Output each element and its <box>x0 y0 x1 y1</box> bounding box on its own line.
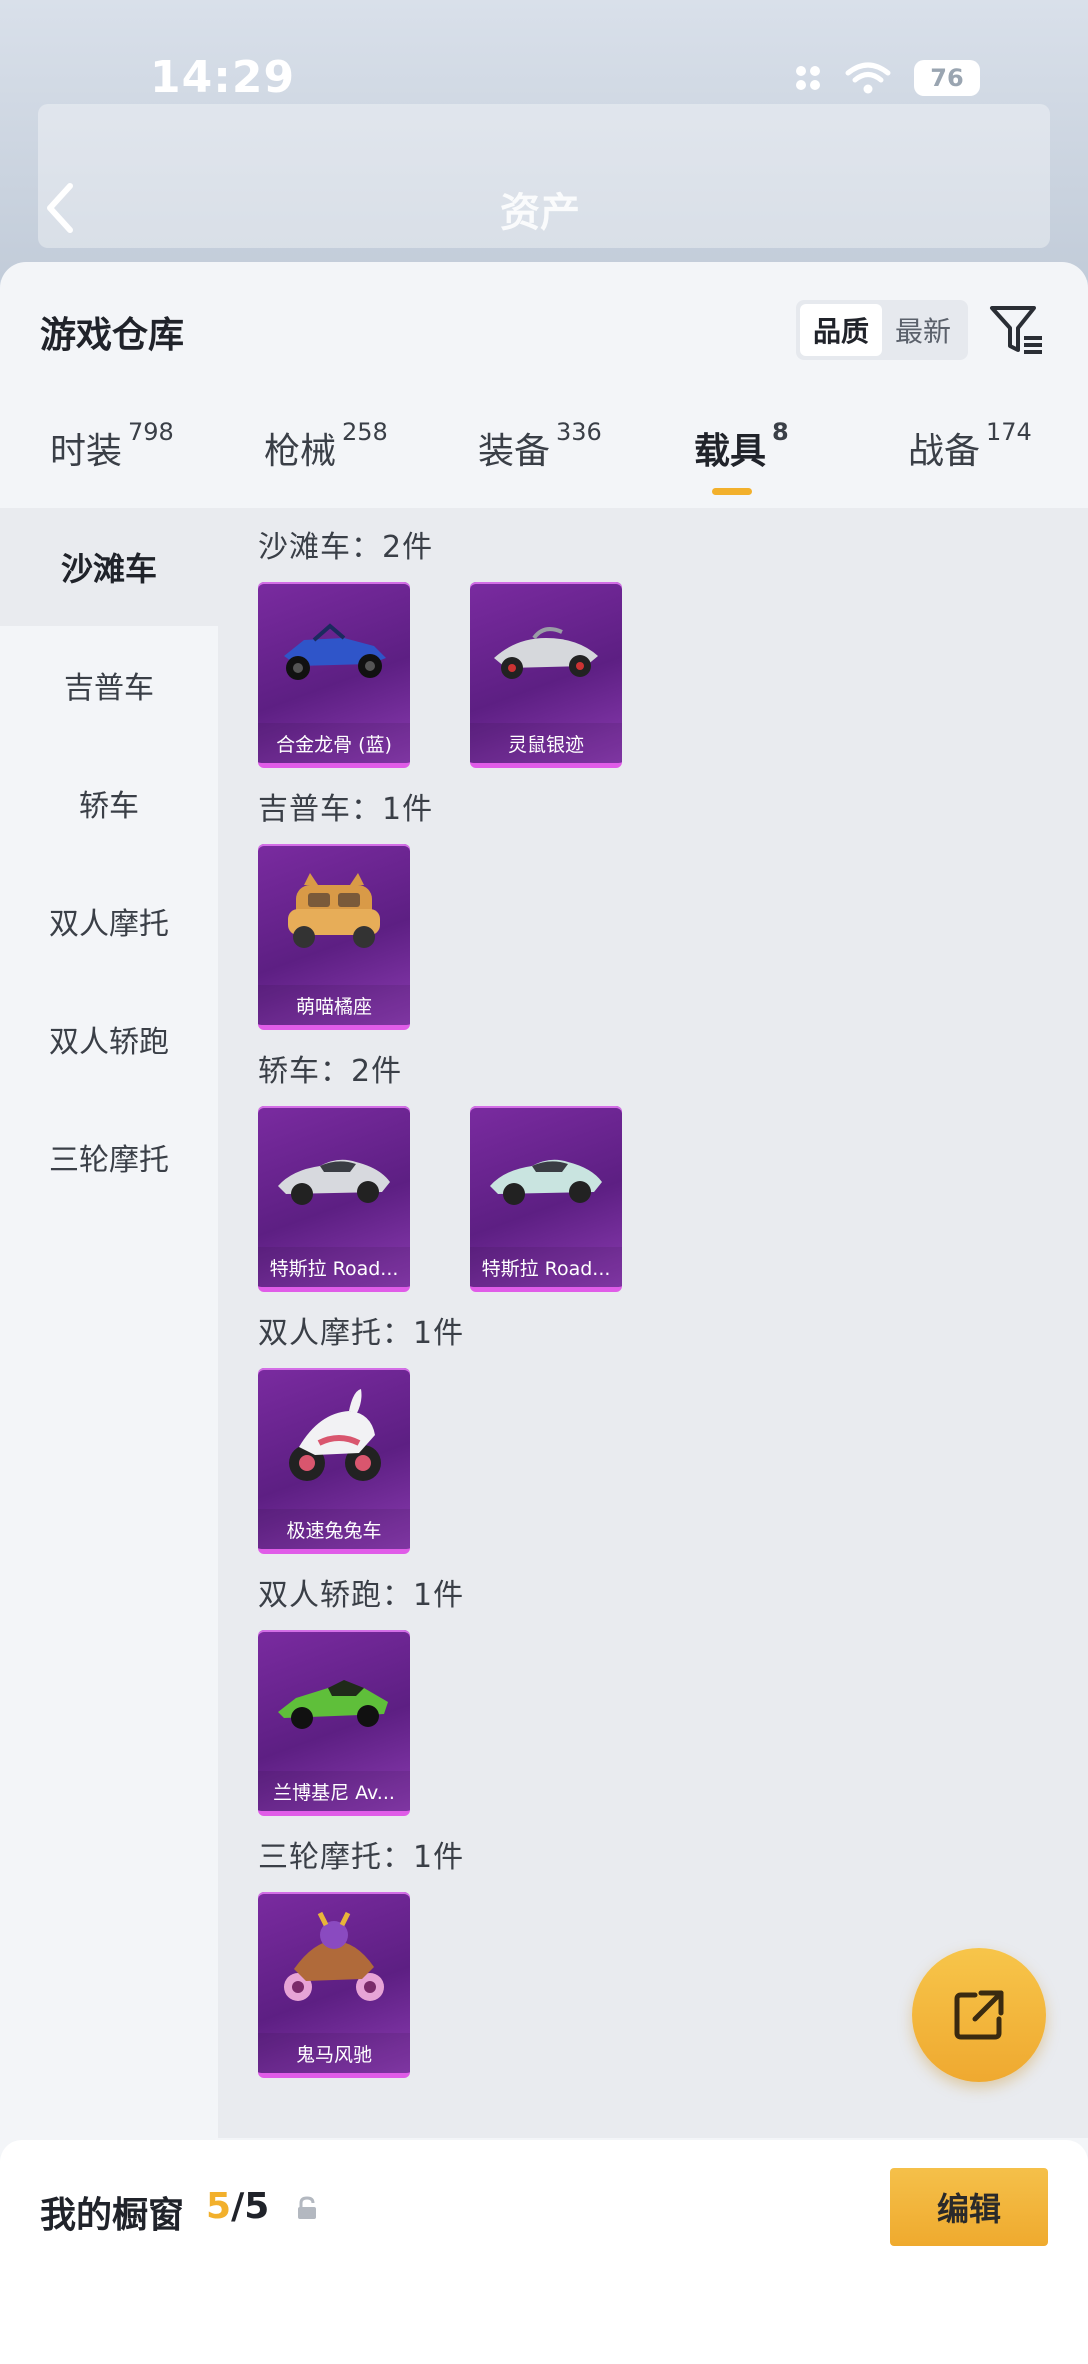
tab-count: 336 <box>556 418 602 446</box>
section-label: 三轮摩托：1件 <box>258 1840 465 1875</box>
subcategory-sidebar: 沙滩车 吉普车 轿车 双人摩托 双人轿跑 三轮摩托 <box>0 508 218 2138</box>
tab-battle-gear[interactable]: 战备 174 <box>908 418 1032 474</box>
item-name: 兰博基尼 Av... <box>258 1771 410 1811</box>
status-time: 14:29 <box>150 52 296 103</box>
share-button[interactable] <box>912 1948 1046 2082</box>
section-label: 吉普车：1件 <box>258 792 434 827</box>
showcase-count: 5/5 <box>206 2186 269 2227</box>
cat-car-icon <box>258 844 410 984</box>
item-name: 特斯拉 Road... <box>470 1247 622 1287</box>
sidebar-item-trike[interactable]: 三轮摩托 <box>0 1098 218 1216</box>
tab-count: 8 <box>772 418 789 446</box>
blue-buggy-icon <box>258 582 410 722</box>
filter-icon[interactable] <box>988 302 1046 358</box>
tab-label: 枪械 <box>264 431 337 472</box>
share-icon <box>954 1990 1004 2040</box>
showcase-title: 我的橱窗 <box>40 2195 185 2236</box>
sort-latest-button[interactable]: 最新 <box>882 304 964 356</box>
tesla-roadster-icon <box>470 1106 622 1246</box>
sidebar-item-jeep[interactable]: 吉普车 <box>0 626 218 744</box>
sidebar-item-beach-buggy[interactable]: 沙滩车 <box>0 508 218 626</box>
ghost-trike-icon <box>258 1892 410 2032</box>
silver-kart-icon <box>470 582 622 722</box>
tab-label: 战备 <box>908 431 981 472</box>
item-name: 极速兔兔车 <box>258 1509 410 1549</box>
background-title: 资产 <box>500 190 580 236</box>
status-icons: 76 <box>794 60 980 96</box>
tab-vehicles[interactable]: 载具 8 <box>694 418 789 474</box>
item-card[interactable]: 萌喵橘座 <box>258 844 410 1030</box>
active-tab-indicator <box>712 488 752 495</box>
vehicle-list: 沙滩车：2件 合金龙骨 (蓝) 灵鼠银迹 吉普车：1件 萌喵橘座 轿车：2件 特… <box>218 508 1088 2138</box>
item-card[interactable]: 特斯拉 Road... <box>470 1106 622 1292</box>
tab-count: 174 <box>986 418 1032 446</box>
tab-count: 258 <box>342 418 388 446</box>
bunny-motorcycle-icon <box>258 1368 410 1508</box>
tab-equipment[interactable]: 装备 336 <box>478 418 602 474</box>
wifi-icon <box>845 62 891 94</box>
tab-label: 装备 <box>478 431 551 472</box>
showcase-total: 5 <box>244 2186 270 2227</box>
item-card[interactable]: 灵鼠银迹 <box>470 582 622 768</box>
item-card[interactable]: 兰博基尼 Av... <box>258 1630 410 1816</box>
cellular-icon <box>796 66 820 90</box>
section-label: 沙滩车：2件 <box>258 530 434 565</box>
item-name: 特斯拉 Road... <box>258 1247 410 1287</box>
item-card[interactable]: 极速兔兔车 <box>258 1368 410 1554</box>
tab-fashion[interactable]: 时装 798 <box>50 418 174 474</box>
blurred-background <box>0 0 1088 280</box>
item-name: 鬼马风驰 <box>258 2033 410 2073</box>
item-name: 灵鼠银迹 <box>470 723 622 763</box>
back-arrow-icon[interactable] <box>42 180 78 236</box>
sort-toggle: 品质 最新 <box>796 300 968 360</box>
item-name: 合金龙骨 (蓝) <box>258 723 410 763</box>
item-name: 萌喵橘座 <box>258 985 410 1025</box>
tesla-roadster-icon <box>258 1106 410 1246</box>
section-label: 双人轿跑：1件 <box>258 1578 465 1613</box>
battery-indicator: 76 <box>914 60 980 96</box>
section-label: 双人摩托：1件 <box>258 1316 465 1351</box>
sort-quality-button[interactable]: 品质 <box>800 304 882 356</box>
tab-guns[interactable]: 枪械 258 <box>264 418 388 474</box>
tab-count: 798 <box>128 418 174 446</box>
tab-label: 时装 <box>50 431 123 472</box>
sidebar-item-sedan[interactable]: 轿车 <box>0 744 218 862</box>
item-card[interactable]: 合金龙骨 (蓝) <box>258 582 410 768</box>
sidebar-item-double-motorcycle[interactable]: 双人摩托 <box>0 862 218 980</box>
category-tabs: 时装 798 枪械 258 装备 336 载具 8 战备 174 <box>0 418 1088 502</box>
lamborghini-icon <box>258 1630 410 1770</box>
showcase-bar: 我的橱窗 5/5 编辑 <box>0 2140 1088 2364</box>
lock-icon <box>298 2196 316 2219</box>
showcase-separator: / <box>231 2186 245 2227</box>
item-card[interactable]: 鬼马风驰 <box>258 1892 410 2078</box>
edit-button[interactable]: 编辑 <box>890 2168 1048 2246</box>
showcase-current: 5 <box>206 2186 232 2227</box>
tab-label: 载具 <box>694 431 767 472</box>
section-label: 轿车：2件 <box>258 1054 403 1089</box>
sidebar-item-double-coupe[interactable]: 双人轿跑 <box>0 980 218 1098</box>
item-card[interactable]: 特斯拉 Road... <box>258 1106 410 1292</box>
page-title: 游戏仓库 <box>40 315 185 356</box>
